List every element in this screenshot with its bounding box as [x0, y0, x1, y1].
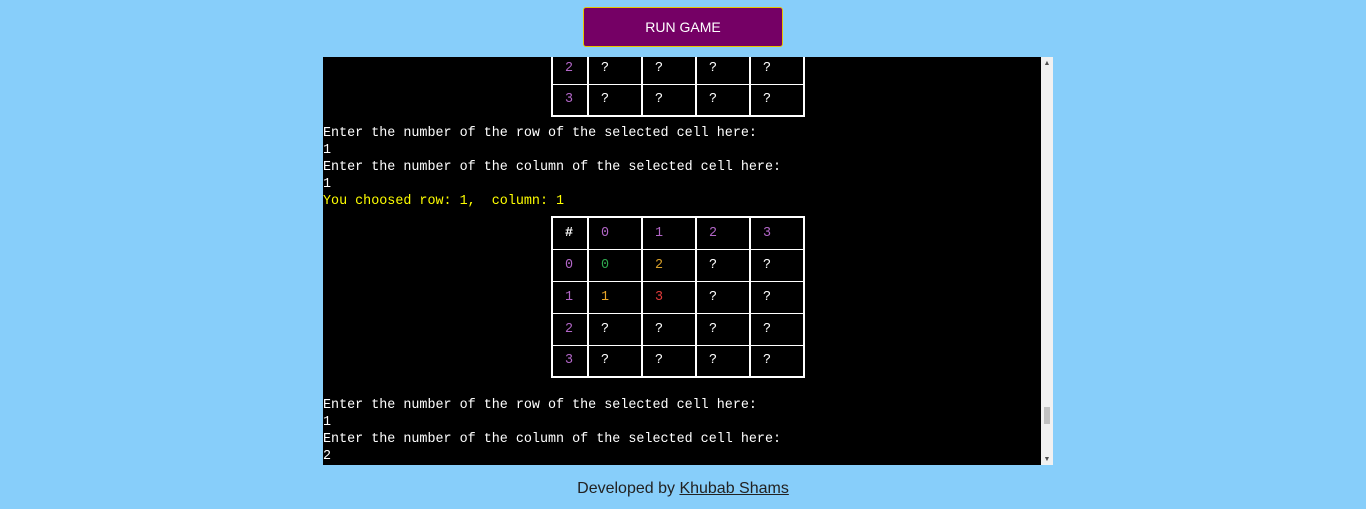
- run-game-button[interactable]: RUN GAME: [583, 7, 783, 47]
- board-cell: ?: [587, 57, 643, 85]
- prompt-column-text: Enter the number of the column of the se…: [323, 432, 782, 447]
- input-column-value[interactable]: 2: [323, 448, 331, 465]
- table-row: 3 ? ? ? ?: [551, 344, 805, 378]
- board-cell: ?: [587, 312, 643, 346]
- author-link[interactable]: Khubab Shams: [679, 480, 788, 497]
- board-cell: ?: [641, 57, 697, 85]
- board-cell: 3: [641, 280, 697, 314]
- header-cell: 0: [587, 216, 643, 250]
- scroll-thumb[interactable]: [1044, 407, 1050, 424]
- row-label: 2: [551, 312, 589, 346]
- board-cell: ?: [695, 57, 751, 85]
- board-cell: ?: [749, 248, 805, 282]
- scroll-down-arrow-icon[interactable]: ▼: [1041, 453, 1053, 465]
- header-cell: 2: [695, 216, 751, 250]
- board-cell: ?: [695, 83, 751, 117]
- prompt-column-text: Enter the number of the column of the se…: [323, 160, 782, 175]
- row-label: 1: [551, 280, 589, 314]
- input-row-value: 1: [323, 415, 332, 430]
- board-cell: ?: [749, 312, 805, 346]
- board-cell: ?: [695, 344, 751, 378]
- scroll-up-arrow-icon[interactable]: ▲: [1041, 57, 1053, 69]
- terminal-output: 2 ? ? ? ? 3 ? ? ? ? Enter the number of …: [323, 57, 1041, 465]
- board-cell: 0: [587, 248, 643, 282]
- board-cell: ?: [749, 83, 805, 117]
- board-cell: ?: [587, 344, 643, 378]
- terminal[interactable]: 2 ? ? ? ? 3 ? ? ? ? Enter the number of …: [323, 57, 1053, 465]
- board-cell: ?: [749, 280, 805, 314]
- table-row: 2 ? ? ? ?: [551, 57, 805, 85]
- board-cell: ?: [641, 312, 697, 346]
- previous-board: 2 ? ? ? ? 3 ? ? ? ?: [551, 57, 805, 117]
- row-label: 2: [551, 57, 589, 85]
- header-cell: 3: [749, 216, 805, 250]
- board-cell: ?: [695, 312, 751, 346]
- header-cell: #: [551, 216, 589, 250]
- footer-prefix: Developed by: [577, 480, 680, 497]
- chosen-cell-message: You choosed row: 1, column: 1: [323, 194, 565, 209]
- board-cell: ?: [695, 248, 751, 282]
- board-cell: ?: [641, 344, 697, 378]
- row-label: 0: [551, 248, 589, 282]
- header-cell: 1: [641, 216, 697, 250]
- table-row: 0 0 2 ? ?: [551, 248, 805, 282]
- terminal-scrollbar[interactable]: ▲ ▼: [1041, 57, 1053, 465]
- game-board: # 0 1 2 3 0 0 2 ? ? 1 1 3 ? ? 2 ? ? ? ? …: [551, 216, 805, 378]
- input-row-value: 1: [323, 143, 332, 158]
- table-row: 3 ? ? ? ?: [551, 83, 805, 117]
- board-cell: ?: [695, 280, 751, 314]
- prompt-row-text: Enter the number of the row of the selec…: [323, 398, 757, 413]
- board-cell: 2: [641, 248, 697, 282]
- table-row: 1 1 3 ? ?: [551, 280, 805, 314]
- board-header-row: # 0 1 2 3: [551, 216, 805, 250]
- board-cell: 1: [587, 280, 643, 314]
- footer: Developed by Khubab Shams: [0, 480, 1366, 498]
- board-cell: ?: [587, 83, 643, 117]
- row-label: 3: [551, 344, 589, 378]
- board-cell: ?: [641, 83, 697, 117]
- board-cell: ?: [749, 344, 805, 378]
- table-row: 2 ? ? ? ?: [551, 312, 805, 346]
- prompt-row-text: Enter the number of the row of the selec…: [323, 126, 757, 141]
- board-cell: ?: [749, 57, 805, 85]
- input-column-value: 1: [323, 177, 332, 192]
- row-label: 3: [551, 83, 589, 117]
